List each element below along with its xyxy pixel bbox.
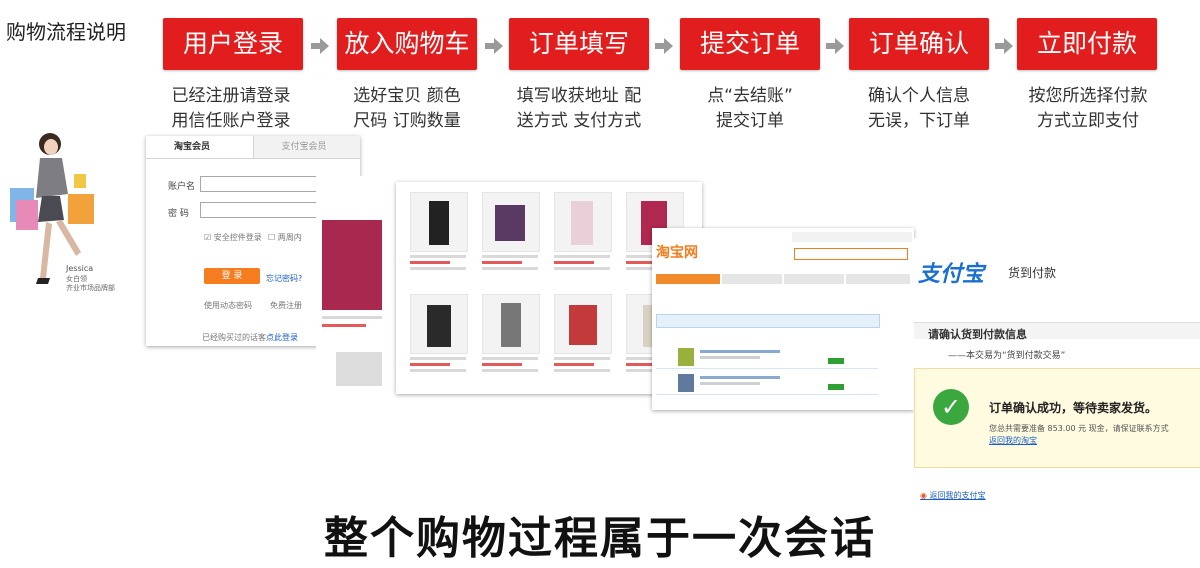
item-thumb [678,374,694,392]
back-taobao-link[interactable]: 返回我的淘宝 [989,435,1037,446]
product-card[interactable] [554,294,612,372]
step-desc: 确认个人信息 无误，下订单 [844,84,994,134]
caption-text: 整个购物过程属于一次会话 [324,513,876,564]
back-alipay-link[interactable]: ◉ 返回我的支付宝 [920,490,986,501]
click-login-link[interactable]: 点此登录 [266,333,298,342]
product-list-narrow [316,176,394,392]
step-add-to-cart[interactable]: 放入购物车 [337,18,477,70]
step-submit-order[interactable]: 提交订单 [680,18,820,70]
step-desc: 按您所选择付款 方式立即支付 [1013,84,1163,134]
success-message: 订单确认成功，等待卖家发货。 [989,401,1158,415]
check-icon: ✓ [933,389,969,425]
arrow-right-icon [995,38,1013,54]
product-card[interactable] [482,294,540,372]
step-desc: 点“去结账” 提交订单 [675,84,825,134]
section-title: 请确认货到付款信息 [928,328,1027,341]
top-nav [792,232,912,242]
taobao-logo: 淘宝网 [656,245,698,261]
taobao-checkout-panel: 淘宝网 [652,228,914,410]
amount-note: 您总共需要准备 853.00 元 现金，请保证联系方式 [989,424,1169,433]
checkout-step [784,274,844,284]
model-dept: 齐业市场品牌部 [66,284,115,292]
step-pay-now[interactable]: 立即付款 [1017,18,1157,70]
step-desc: 填写收获地址 配送方式 支付方式 [504,84,654,134]
password-label: 密 码 [168,209,189,219]
item-thumb [678,348,694,366]
cart-header [656,314,880,328]
cod-label: 货到付款 [1008,266,1057,280]
confirm-box: ✓ 订单确认成功，等待卖家发货。 您总共需要准备 853.00 元 现金，请保证… [914,368,1200,468]
product-card[interactable] [482,192,540,270]
alipay-logo: 支付宝 [918,262,985,287]
bought-prompt: 已经购买过的话客点此登录 [202,333,298,342]
product-card[interactable] [410,294,468,372]
login-button[interactable]: 登 录 [204,268,260,284]
search-input[interactable] [794,248,908,260]
cart-row [656,372,878,395]
login-tabs: 淘宝会员 支付宝会员 [146,136,360,159]
item-button[interactable] [828,358,844,364]
product-card[interactable] [554,192,612,270]
item-button[interactable] [828,384,844,390]
step-fill-order[interactable]: 订单填写 [509,18,649,70]
trade-type: ——本交易为“货到付款交易” [948,351,1066,361]
tab-taobao-member[interactable]: 淘宝会员 [146,136,254,158]
arrow-right-icon [311,38,329,54]
tab-alipay-member[interactable]: 支付宝会员 [253,136,360,158]
account-label: 账户名 [168,182,196,192]
forgot-password-link[interactable]: 忘记密码? [266,273,302,284]
model-name: Jessica [66,264,94,273]
arrow-right-icon [655,38,673,54]
product-thumb[interactable] [336,352,382,386]
cart-row [656,346,878,369]
step-user-login[interactable]: 用户登录 [163,18,303,70]
page-title: 购物流程说明 [6,20,126,44]
checkout-step-active [656,274,720,284]
step-confirm-order[interactable]: 订单确认 [849,18,989,70]
product-card[interactable] [410,192,468,270]
checkout-step [846,274,910,284]
arrow-right-icon [826,38,844,54]
safe-control-checkbox[interactable]: ☑ 安全控件登录 [204,232,262,243]
free-register-link[interactable]: 免费注册 [270,300,302,311]
product-thumb[interactable] [322,220,382,310]
step-desc: 选好宝贝 颜色 尺码 订购数量 [332,84,482,134]
alipay-panel: 支付宝 货到付款 请确认货到付款信息 ——本交易为“货到付款交易” ✓ 订单确认… [914,238,1200,506]
two-week-checkbox[interactable]: ☐ 两周内 [268,232,302,243]
arrow-right-icon [485,38,503,54]
shopper-illustration: Jessica 女白领 齐业市场品牌部 [6,128,136,308]
step-desc: 已经注册请登录 用信任账户登录 [156,84,306,134]
checkout-step [722,274,782,284]
dynamic-password-link[interactable]: 使用动态密码 [204,300,252,311]
